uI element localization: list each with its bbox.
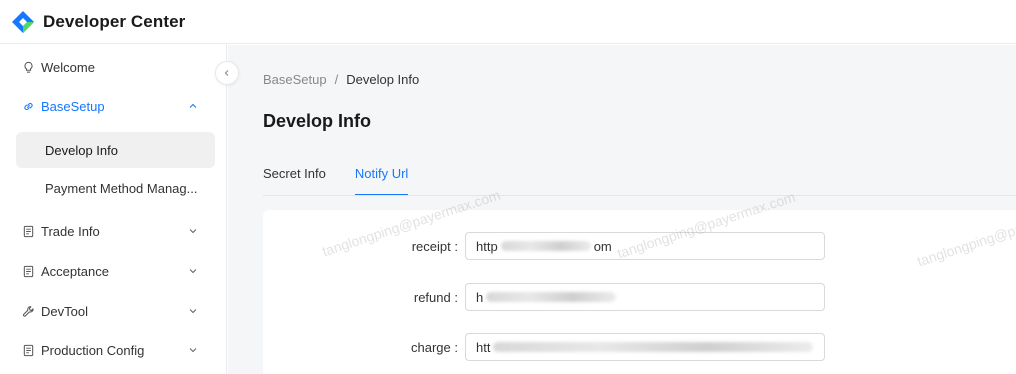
redacted-text bbox=[493, 342, 814, 352]
chevron-down-icon bbox=[189, 229, 197, 234]
sidebar-item-devtool[interactable]: DevTool bbox=[0, 293, 227, 329]
receipt-icon bbox=[21, 343, 35, 357]
chevron-down-icon bbox=[189, 309, 197, 314]
sidebar-item-label: Trade Info bbox=[41, 223, 100, 239]
page-title: Develop Info bbox=[263, 111, 372, 131]
charge-label: charge : bbox=[411, 339, 458, 355]
chevron-down-icon bbox=[189, 348, 197, 353]
redacted-text bbox=[500, 241, 591, 251]
collapse-sidebar-button[interactable] bbox=[215, 61, 239, 85]
app-title: Developer Center bbox=[43, 11, 186, 31]
app-logo-icon[interactable] bbox=[11, 10, 35, 34]
receipt-url-field[interactable]: http om bbox=[465, 232, 825, 260]
charge-url-field[interactable]: htt bbox=[465, 333, 825, 361]
main-content: BaseSetup / Develop Info Develop Info Se… bbox=[228, 45, 1016, 374]
receipt-icon bbox=[21, 264, 35, 278]
tab-notify-url[interactable]: Notify Url bbox=[354, 166, 409, 196]
sidebar-item-production-config[interactable]: Production Config bbox=[0, 332, 227, 368]
tool-icon bbox=[21, 304, 35, 318]
breadcrumb-separator: / bbox=[334, 72, 339, 87]
sidebar-item-label: Production Config bbox=[41, 342, 145, 358]
link-icon bbox=[21, 99, 35, 113]
top-header: Developer Center bbox=[0, 0, 1016, 44]
breadcrumb-current: Develop Info bbox=[346, 72, 420, 87]
tab-divider bbox=[263, 195, 1016, 196]
sidebar-item-label: Welcome bbox=[41, 59, 95, 75]
redacted-text bbox=[486, 292, 617, 302]
sidebar-item-acceptance[interactable]: Acceptance bbox=[0, 253, 227, 289]
receipt-label: receipt : bbox=[411, 238, 458, 254]
sidebar-item-label: DevTool bbox=[41, 303, 88, 319]
sidebar-item-trade-info[interactable]: Trade Info bbox=[0, 213, 227, 249]
bulb-icon bbox=[21, 60, 35, 74]
chevron-down-icon bbox=[189, 269, 197, 274]
refund-url-field[interactable]: h bbox=[465, 283, 825, 311]
refund-label: refund : bbox=[413, 289, 458, 305]
chevron-left-icon bbox=[224, 70, 229, 76]
sidebar-item-label: BaseSetup bbox=[41, 98, 105, 114]
sidebar-item-welcome[interactable]: Welcome bbox=[0, 49, 227, 85]
receipt-icon bbox=[21, 224, 35, 238]
tab-secret-info[interactable]: Secret Info bbox=[263, 166, 326, 196]
breadcrumb-parent[interactable]: BaseSetup bbox=[263, 72, 327, 87]
chevron-up-icon bbox=[189, 103, 197, 108]
sidebar-item-basesetup[interactable]: BaseSetup bbox=[0, 88, 227, 124]
form-row-receipt: receipt : http om bbox=[263, 232, 1016, 260]
sidebar-item-label: Acceptance bbox=[41, 263, 109, 279]
sidebar-subitem-develop-info[interactable]: Develop Info bbox=[16, 132, 215, 168]
tab-bar: Secret Info Notify Url bbox=[263, 166, 437, 196]
form-row-refund: refund : h bbox=[263, 283, 1016, 311]
sidebar-subitem-payment-method[interactable]: Payment Method Manag... bbox=[16, 170, 215, 206]
notify-url-card: receipt : http om refund : h charge : htt bbox=[263, 210, 1016, 374]
form-row-charge: charge : htt bbox=[263, 333, 1016, 361]
breadcrumb: BaseSetup / Develop Info bbox=[263, 72, 419, 87]
sidebar: Welcome BaseSetup Develop Info Payment M… bbox=[0, 44, 227, 374]
